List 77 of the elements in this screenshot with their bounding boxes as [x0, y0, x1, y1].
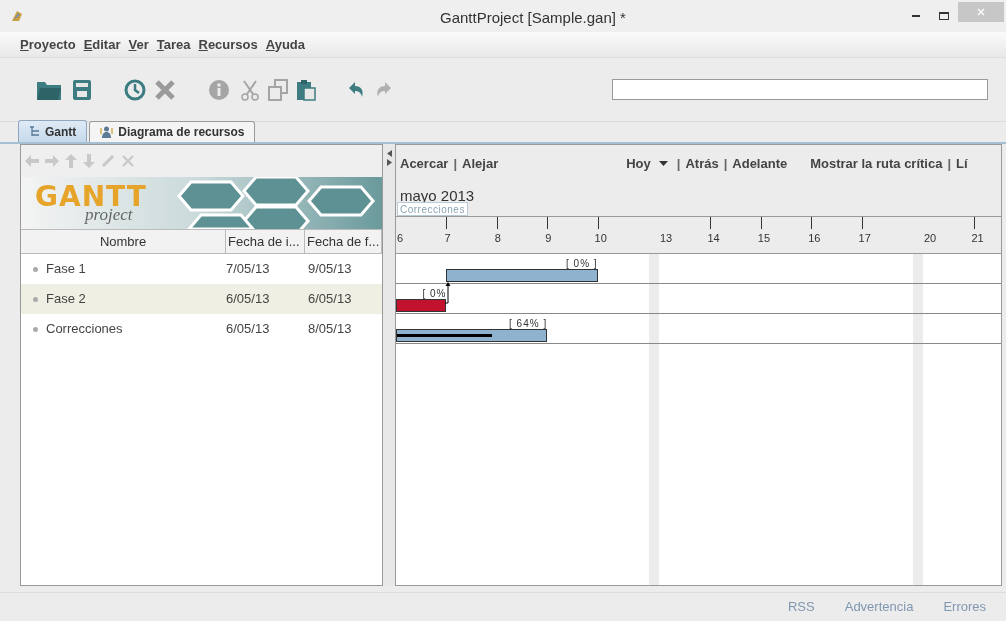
dropdown-caret-icon: [658, 161, 668, 166]
column-header[interactable]: Fecha de f...: [305, 230, 382, 253]
info-icon[interactable]: [208, 78, 230, 101]
day-label: 13: [660, 231, 673, 246]
separator-text: |: [723, 154, 728, 173]
day-label: 6: [397, 231, 404, 246]
menu-item[interactable]: Proyecto: [20, 34, 76, 55]
app-icon: [10, 9, 24, 23]
day-label: 16: [808, 231, 821, 246]
day-label: 8: [494, 231, 501, 246]
redo-icon[interactable]: [374, 80, 392, 99]
left-arrow-icon[interactable]: [25, 155, 39, 167]
delete-icon[interactable]: [154, 78, 176, 101]
people-icon: [100, 126, 114, 138]
toolbar-link[interactable]: Alejar: [462, 153, 499, 174]
task-bar[interactable]: [396, 329, 548, 342]
collapse-right-icon[interactable]: [386, 159, 392, 166]
today-dropdown[interactable]: Hoy: [626, 153, 668, 174]
right-arrow-icon[interactable]: [45, 155, 59, 167]
tab[interactable]: Gantt: [18, 120, 88, 142]
table-cell: 9/05/13: [308, 261, 352, 277]
save-icon[interactable]: [72, 78, 92, 101]
day-label: 10: [594, 231, 607, 246]
cut-icon[interactable]: [240, 78, 260, 101]
toolbar-link[interactable]: Lí: [956, 153, 968, 174]
collapse-left-icon[interactable]: [386, 150, 392, 157]
day-label: 17: [858, 231, 871, 246]
table-cell: 6/05/13: [226, 291, 270, 307]
tree-icon: [29, 126, 40, 137]
column-header[interactable]: Fecha de i...: [226, 230, 305, 253]
bullet-icon: [33, 266, 38, 272]
day-label: 7: [444, 231, 451, 246]
close-icon: [977, 8, 985, 16]
menu-item[interactable]: Ayuda: [265, 34, 305, 55]
table-row[interactable]: Fase 2 6/05/13 6/05/13: [21, 284, 382, 314]
link-icon[interactable]: [101, 154, 115, 168]
day-label: 20: [924, 231, 937, 246]
table-cell: 7/05/13: [226, 261, 270, 277]
menu-item[interactable]: Tarea: [156, 34, 191, 55]
percent-label: [ 0%: [422, 287, 447, 301]
menu-item[interactable]: Editar: [83, 34, 121, 55]
separator-text: |: [676, 154, 681, 173]
toolbar-link[interactable]: Atrás: [685, 153, 719, 174]
table-cell-text: Fase 1: [46, 260, 86, 279]
tab[interactable]: Diagrama de recursos: [89, 121, 256, 142]
down-arrow-icon[interactable]: [83, 154, 95, 168]
copy-icon[interactable]: [268, 78, 288, 101]
percent-label: [ 64% ]: [509, 317, 548, 331]
separator-text: |: [947, 154, 952, 173]
bullet-icon: [33, 296, 38, 302]
percent-label: [ 0% ]: [566, 257, 598, 271]
toolbar-link[interactable]: Acercar: [400, 153, 449, 174]
unlink-icon[interactable]: [121, 154, 135, 168]
toolbar-link[interactable]: Mostrar la ruta crítica: [810, 153, 943, 174]
table-cell: 6/05/13: [226, 321, 270, 337]
column-header[interactable]: Nombre: [21, 230, 226, 253]
toolbar-link[interactable]: Adelante: [732, 153, 788, 174]
menu-item[interactable]: Recursos: [198, 34, 258, 55]
hover-label: Correcciones: [397, 202, 468, 216]
search-field[interactable]: [612, 79, 988, 100]
menu-item[interactable]: Ver: [128, 34, 149, 55]
bullet-icon: [33, 326, 38, 332]
day-label: 15: [757, 231, 771, 246]
day-label: 9: [545, 231, 552, 246]
window-title: GanttProject [Sample.gan] *: [440, 8, 626, 28]
undo-icon[interactable]: [348, 80, 366, 99]
clock-icon[interactable]: [124, 78, 146, 101]
table-cell-text: Correcciones: [46, 320, 123, 339]
day-label: 21: [971, 231, 984, 246]
day-label: 14: [707, 231, 720, 246]
table-cell-text: Fase 2: [46, 290, 86, 309]
table-cell: 6/05/13: [308, 291, 352, 307]
separator-text: |: [453, 154, 458, 173]
paste-icon[interactable]: [296, 78, 316, 101]
up-arrow-icon[interactable]: [65, 154, 77, 168]
task-bar[interactable]: [446, 269, 598, 282]
table-cell: 8/05/13: [308, 321, 352, 337]
